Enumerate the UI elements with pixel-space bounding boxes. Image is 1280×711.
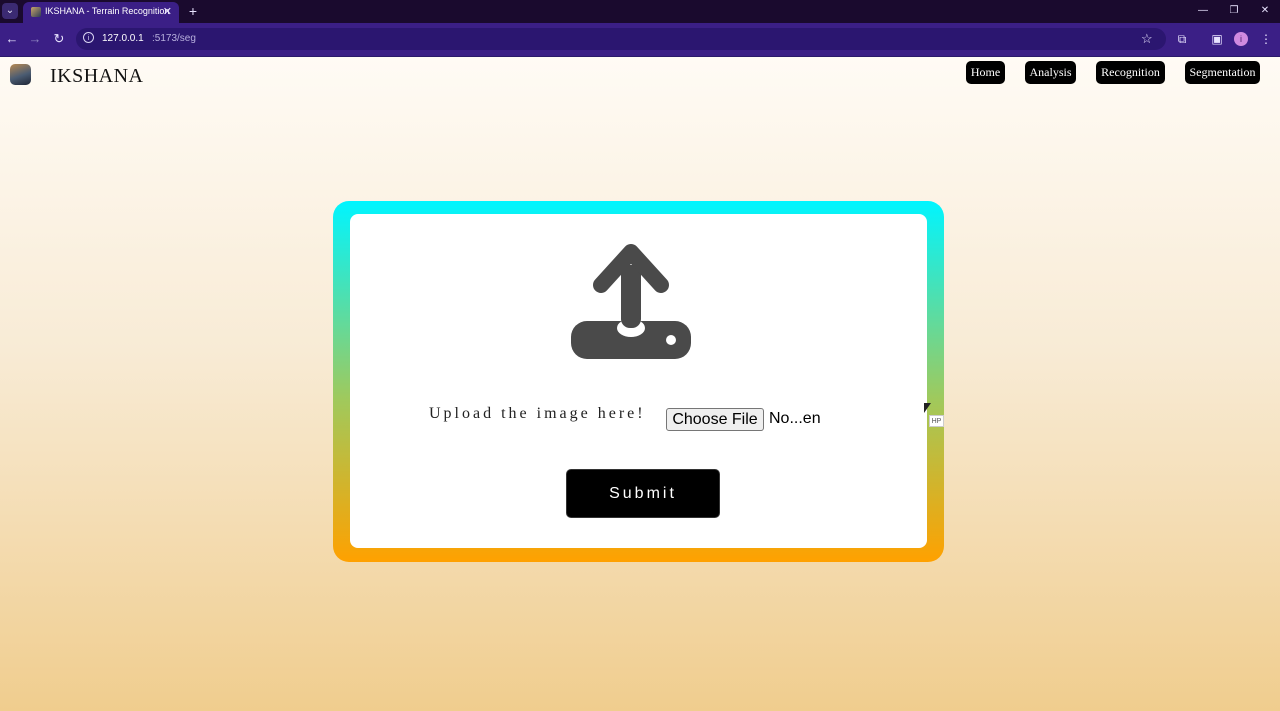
- minimize-icon[interactable]: —: [1193, 3, 1213, 19]
- window-close-icon[interactable]: ✕: [1255, 3, 1275, 19]
- browser-tab-bar: ⌄ IKSHANA - Terrain Recognition ✕ + — ❐ …: [0, 0, 1280, 23]
- logo-icon[interactable]: [10, 64, 31, 85]
- new-tab-plus-icon[interactable]: +: [186, 2, 200, 20]
- upload-card: Upload the image here! Choose File No...…: [350, 214, 927, 548]
- upload-card-border: Upload the image here! Choose File No...…: [333, 201, 944, 562]
- file-status-text: No...en: [769, 410, 821, 427]
- hp-badge: HP: [929, 415, 944, 427]
- site-info-icon[interactable]: i: [83, 32, 94, 43]
- nav-analysis-button[interactable]: Analysis: [1025, 61, 1076, 84]
- url-path: :5173/seg: [152, 33, 196, 44]
- tab-favicon-icon: [31, 7, 41, 17]
- brand-title: IKSHANA: [50, 65, 144, 87]
- nav-segmentation-button[interactable]: Segmentation: [1185, 61, 1260, 84]
- tab-search-chevron-down-icon[interactable]: ⌄: [2, 3, 18, 19]
- kebab-menu-icon[interactable]: ⋮: [1258, 31, 1274, 47]
- restore-icon[interactable]: ❐: [1224, 3, 1244, 19]
- choose-file-button[interactable]: Choose File: [666, 408, 764, 431]
- profile-avatar-icon[interactable]: i: [1234, 32, 1248, 46]
- page-content: IKSHANA Home Analysis Recognition Segmen…: [0, 57, 1280, 711]
- browser-tab[interactable]: IKSHANA - Terrain Recognition ✕: [23, 2, 179, 23]
- upload-icon[interactable]: [569, 239, 693, 363]
- nav-recognition-button[interactable]: Recognition: [1096, 61, 1165, 84]
- mouse-cursor-icon: [924, 403, 931, 413]
- upload-label: Upload the image here!: [429, 405, 646, 422]
- nav-home-button[interactable]: Home: [966, 61, 1005, 84]
- browser-toolbar: ← → ↻ i 127.0.0.1 :5173/seg: [0, 23, 1280, 58]
- back-arrow-icon[interactable]: ←: [4, 31, 20, 47]
- submit-button[interactable]: Submit: [566, 469, 720, 518]
- extensions-puzzle-icon[interactable]: ⧉: [1174, 31, 1190, 47]
- address-bar[interactable]: i 127.0.0.1 :5173/seg: [76, 28, 1166, 50]
- bookmark-star-icon[interactable]: ☆: [1141, 31, 1153, 47]
- tab-title: IKSHANA - Terrain Recognition: [45, 6, 170, 16]
- reload-icon[interactable]: ↻: [51, 31, 67, 47]
- url-host: 127.0.0.1: [102, 33, 144, 44]
- side-panel-icon[interactable]: ▣: [1209, 31, 1225, 47]
- close-tab-icon[interactable]: ✕: [163, 5, 172, 19]
- forward-arrow-icon[interactable]: →: [27, 31, 43, 47]
